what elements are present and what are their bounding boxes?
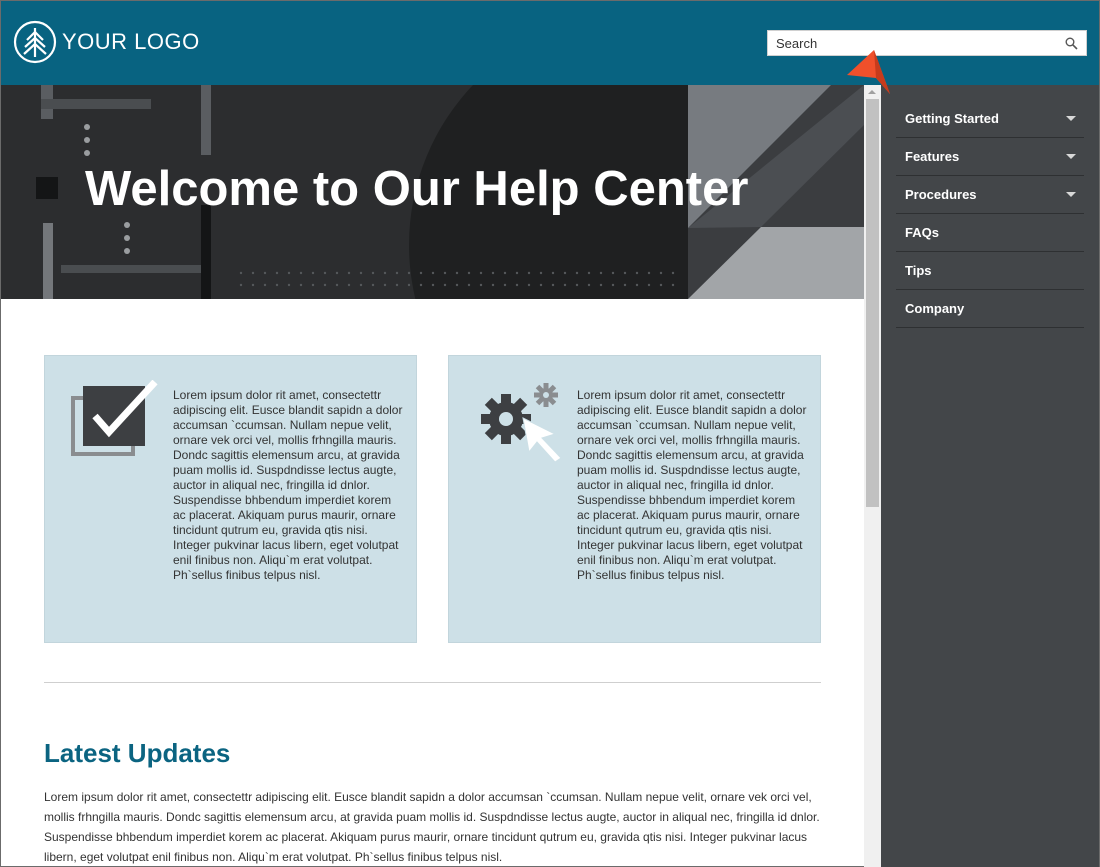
sidebar-nav: Getting Started Features Procedures FAQs… [896,100,1084,328]
hero-title: Welcome to Our Help Center [85,162,749,216]
sidebar-item-label: Company [905,301,965,316]
pointer-arrow-icon [847,50,890,94]
sidebar-item-company[interactable]: Company [896,290,1084,328]
sidebar-item-label: Features [905,149,960,164]
sidebar-item-label: FAQs [905,225,939,240]
logo-text: YOUR LOGO [62,29,200,54]
tree-logo-icon [13,20,57,64]
caret-down-icon[interactable] [1066,154,1076,159]
sidebar-item-label: Getting Started [905,111,999,126]
sidebar-item-label: Procedures [905,187,977,202]
divider [44,682,821,683]
sidebar-item-tips[interactable]: Tips [896,252,1084,290]
search-box[interactable] [767,30,1087,56]
sidebar-item-features[interactable]: Features [896,138,1084,176]
card-text: Lorem ipsum dolor rit amet, consectettr … [173,388,403,582]
sidebar-item-faqs[interactable]: FAQs [896,214,1084,252]
gears-cursor-icon [481,383,562,463]
section-title: Latest Updates [44,738,231,768]
hero-banner: Welcome to Our Help Center [1,85,864,299]
sidebar-item-procedures[interactable]: Procedures [896,176,1084,214]
caret-down-icon[interactable] [1066,192,1076,197]
sidebar: Getting Started Features Procedures FAQs… [881,85,1099,867]
site-header: YOUR LOGO [1,1,1099,85]
search-icon[interactable] [1065,37,1078,50]
sidebar-item-getting-started[interactable]: Getting Started [896,100,1084,138]
caret-down-icon[interactable] [1066,116,1076,121]
vertical-scrollbar[interactable] [864,85,881,867]
search-input[interactable] [776,32,1061,54]
sidebar-item-label: Tips [905,263,932,278]
scroll-thumb[interactable] [866,99,879,507]
card-text: Lorem ipsum dolor rit amet, consectettr … [577,388,807,582]
feature-card: Lorem ipsum dolor rit amet, consectettr … [44,355,417,643]
checkbox-icon [71,380,158,456]
logo[interactable]: YOUR LOGO [13,20,200,64]
feature-card: Lorem ipsum dolor rit amet, consectettr … [448,355,821,643]
section-body: Lorem ipsum dolor rit amet, consectettr … [44,790,820,864]
